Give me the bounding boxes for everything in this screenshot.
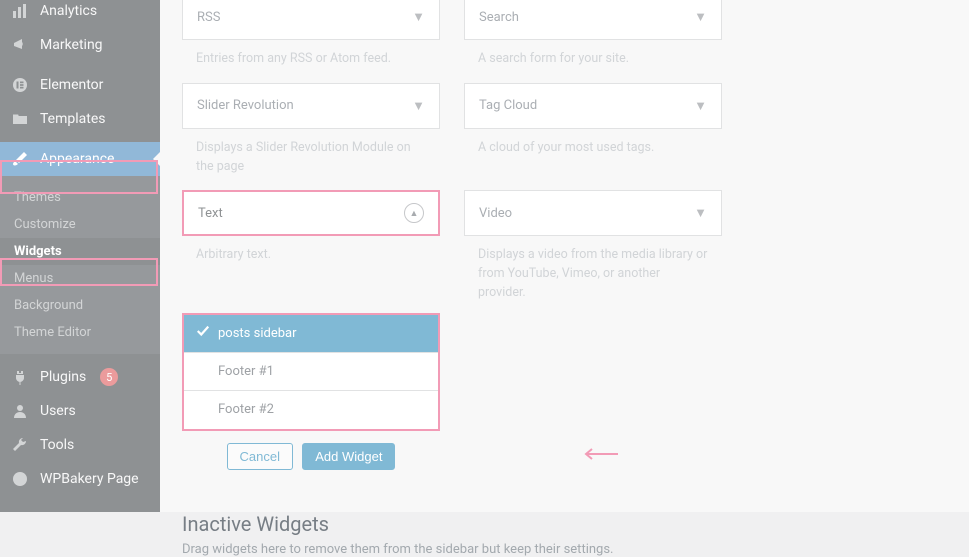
wpbakery-icon <box>10 471 30 487</box>
check-icon <box>196 324 210 342</box>
nav-appearance[interactable]: Appearance <box>0 142 160 176</box>
chevron-down-icon: ▼ <box>412 98 425 114</box>
cancel-button[interactable]: Cancel <box>227 443 293 470</box>
analytics-icon <box>10 3 30 19</box>
widget-desc: Entries from any RSS or Atom feed. <box>182 40 440 83</box>
submenu-themes[interactable]: Themes <box>0 184 160 211</box>
submenu-theme-editor[interactable]: Theme Editor <box>0 319 160 346</box>
widget-slider[interactable]: Slider Revolution ▼ <box>182 83 440 129</box>
nav-label: Elementor <box>40 77 103 93</box>
plugins-update-badge: 5 <box>100 368 118 386</box>
admin-sidebar: Analytics Marketing Elementor Templates … <box>0 0 160 512</box>
area-footer-1[interactable]: Footer #1 <box>184 353 438 391</box>
inactive-desc: Drag widgets here to remove them from th… <box>182 536 947 557</box>
chevron-up-icon: ▲ <box>404 203 424 223</box>
nav-label: WPBakery Page <box>40 471 139 487</box>
widget-title: Slider Revolution <box>197 98 294 113</box>
submenu-menus[interactable]: Menus <box>0 265 160 292</box>
widget-title: Video <box>479 206 512 221</box>
nav-wpbakery[interactable]: WPBakery Page <box>0 462 160 496</box>
brush-icon <box>10 151 30 167</box>
user-icon <box>10 403 30 419</box>
area-label: posts sidebar <box>218 326 296 341</box>
nav-tools[interactable]: Tools <box>0 428 160 462</box>
widget-area-list: posts sidebar Footer #1 Footer #2 <box>182 313 440 431</box>
area-label: Footer #2 <box>218 402 274 417</box>
chevron-down-icon: ▼ <box>694 205 707 221</box>
nav-elementor[interactable]: Elementor <box>0 68 160 102</box>
nav-label: Analytics <box>40 3 97 19</box>
widget-text[interactable]: Text ▲ <box>182 190 440 236</box>
nav-analytics[interactable]: Analytics <box>0 0 160 28</box>
chevron-down-icon: ▼ <box>694 9 707 25</box>
widget-desc: Arbitrary text. <box>182 236 440 265</box>
widget-title: RSS <box>197 10 220 25</box>
main-content: RSS ▼ Entries from any RSS or Atom feed.… <box>160 0 969 512</box>
arrow-annotation-icon <box>582 447 618 465</box>
area-footer-2[interactable]: Footer #2 <box>184 391 438 429</box>
folder-icon <box>10 111 30 127</box>
submenu-background[interactable]: Background <box>0 292 160 319</box>
add-widget-button[interactable]: Add Widget <box>302 443 395 470</box>
nav-label: Appearance <box>40 151 114 167</box>
chevron-down-icon: ▼ <box>412 9 425 25</box>
submenu-widgets[interactable]: Widgets <box>0 238 160 265</box>
inactive-widgets-section: Inactive Widgets Drag widgets here to re… <box>182 482 947 557</box>
widget-rss[interactable]: RSS ▼ <box>182 0 440 40</box>
nav-label: Tools <box>40 437 74 453</box>
area-posts-sidebar[interactable]: posts sidebar <box>184 315 438 353</box>
nav-label: Marketing <box>40 37 103 53</box>
plug-icon <box>10 369 30 385</box>
widget-search[interactable]: Search ▼ <box>464 0 722 40</box>
widget-actions: Cancel Add Widget <box>182 431 440 482</box>
elementor-icon <box>10 77 30 93</box>
widget-title: Search <box>479 10 519 25</box>
inactive-title: Inactive Widgets <box>182 512 947 536</box>
widget-desc: A cloud of your most used tags. <box>464 129 722 172</box>
widget-desc: A search form for your site. <box>464 40 722 83</box>
appearance-submenu: Themes Customize Widgets Menus Backgroun… <box>0 176 160 354</box>
nav-plugins[interactable]: Plugins 5 <box>0 360 160 394</box>
nav-templates[interactable]: Templates <box>0 102 160 136</box>
chevron-down-icon: ▼ <box>694 98 707 114</box>
nav-label: Plugins <box>40 369 86 385</box>
megaphone-icon <box>10 37 30 53</box>
nav-marketing[interactable]: Marketing <box>0 28 160 62</box>
submenu-customize[interactable]: Customize <box>0 211 160 238</box>
nav-users[interactable]: Users <box>0 394 160 428</box>
widget-desc: Displays a Slider Revolution Module on t… <box>182 129 440 191</box>
area-label: Footer #1 <box>218 364 274 379</box>
nav-label: Users <box>40 403 76 419</box>
widget-video[interactable]: Video ▼ <box>464 190 722 236</box>
widget-title: Text <box>198 206 223 221</box>
widget-title: Tag Cloud <box>479 98 537 113</box>
widget-tagcloud[interactable]: Tag Cloud ▼ <box>464 83 722 129</box>
widget-desc: Displays a video from the media library … <box>464 236 722 302</box>
nav-label: Templates <box>40 111 106 127</box>
wrench-icon <box>10 437 30 453</box>
